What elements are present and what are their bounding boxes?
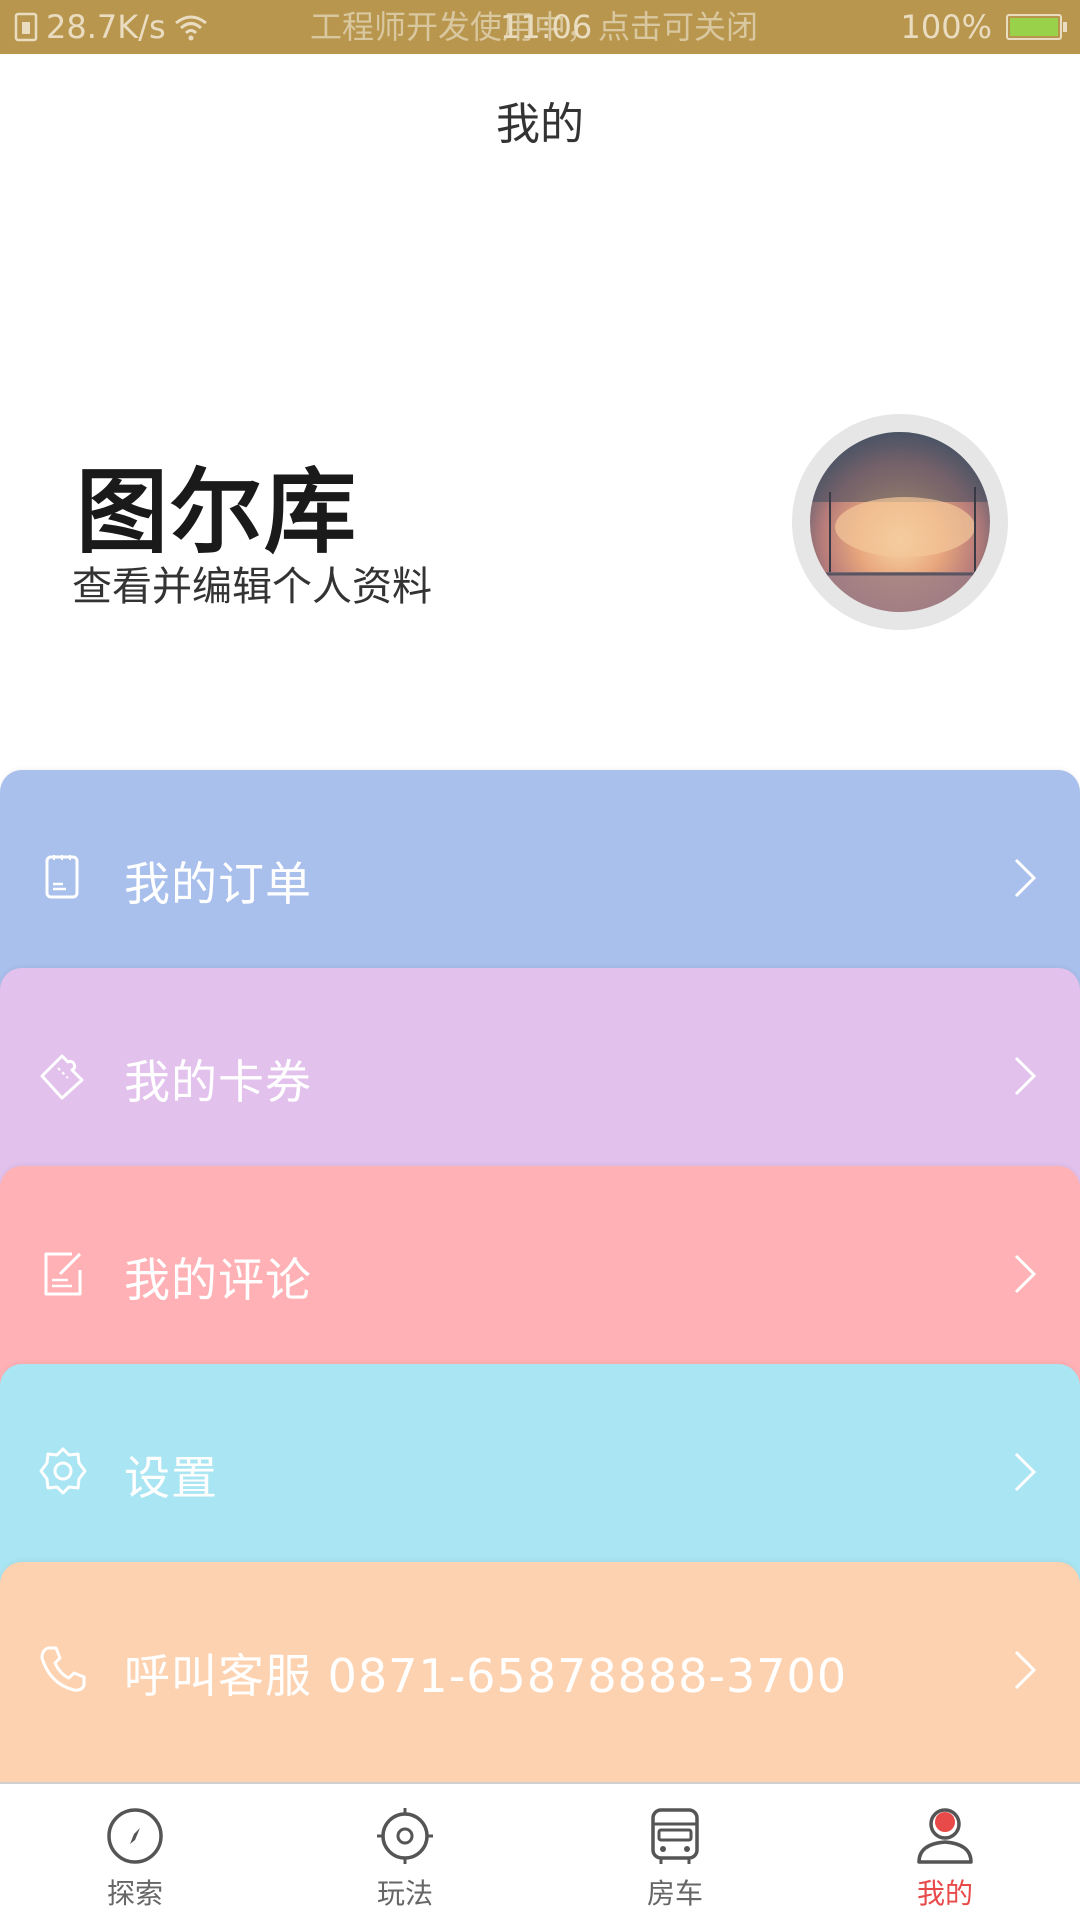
status-right: 100%: [900, 0, 1067, 54]
tab-label: 我的: [916, 1877, 973, 1910]
tab-explore[interactable]: 探索: [0, 1784, 270, 1922]
menu-item-label: 我的卡券: [124, 1055, 312, 1109]
tab-bar: 探索 玩法 房车 我的: [0, 1782, 1080, 1922]
tab-label: 玩法: [376, 1877, 433, 1910]
bus-icon: [651, 1808, 699, 1864]
tab-mine[interactable]: 我的: [810, 1784, 1080, 1922]
battery-icon: [1006, 14, 1067, 40]
chevron-right-icon: [1014, 1650, 1037, 1690]
profile-name[interactable]: 图尔库: [76, 438, 358, 571]
settings-icon: [39, 1447, 87, 1495]
menu-item-label: 设置: [124, 1451, 218, 1505]
user-icon: [917, 1808, 973, 1864]
menu-item-label: 我的订单: [124, 857, 312, 911]
tab-label: 房车: [646, 1877, 703, 1910]
tab-label: 探索: [106, 1877, 163, 1910]
wifi-icon: [174, 15, 207, 41]
menu-item-label: 我的评论: [124, 1253, 312, 1307]
network-speed: 28.7K/s: [46, 8, 166, 46]
menu-item-label: 呼叫客服 0871-65878888-3700: [124, 1649, 848, 1703]
page-title: 我的: [496, 99, 584, 150]
chevron-right-icon: [1014, 1254, 1037, 1294]
edit-profile-link[interactable]: 查看并编辑个人资料: [72, 554, 432, 612]
compass-icon: [107, 1808, 163, 1864]
chevron-right-icon: [1014, 1452, 1037, 1492]
tab-play[interactable]: 玩法: [270, 1784, 540, 1922]
order-icon: [45, 855, 79, 899]
chevron-right-icon: [1014, 1056, 1037, 1096]
battery-percent: 100%: [900, 8, 992, 46]
target-icon: [377, 1808, 433, 1864]
status-bar: 28.7K/s 工程师开发使用中，点击可关闭 11:06 100%: [0, 0, 1080, 54]
chevron-right-icon: [1014, 858, 1037, 898]
tab-rv[interactable]: 房车: [540, 1784, 810, 1922]
avatar[interactable]: [792, 414, 1008, 630]
sim-icon: [14, 12, 38, 42]
phone-icon: [40, 1646, 86, 1692]
avatar-image: [810, 432, 990, 612]
clock: 11:06: [500, 8, 593, 46]
coupon-icon: [40, 1054, 84, 1100]
status-left: 28.7K/s: [14, 0, 208, 54]
comment-icon: [44, 1252, 82, 1296]
